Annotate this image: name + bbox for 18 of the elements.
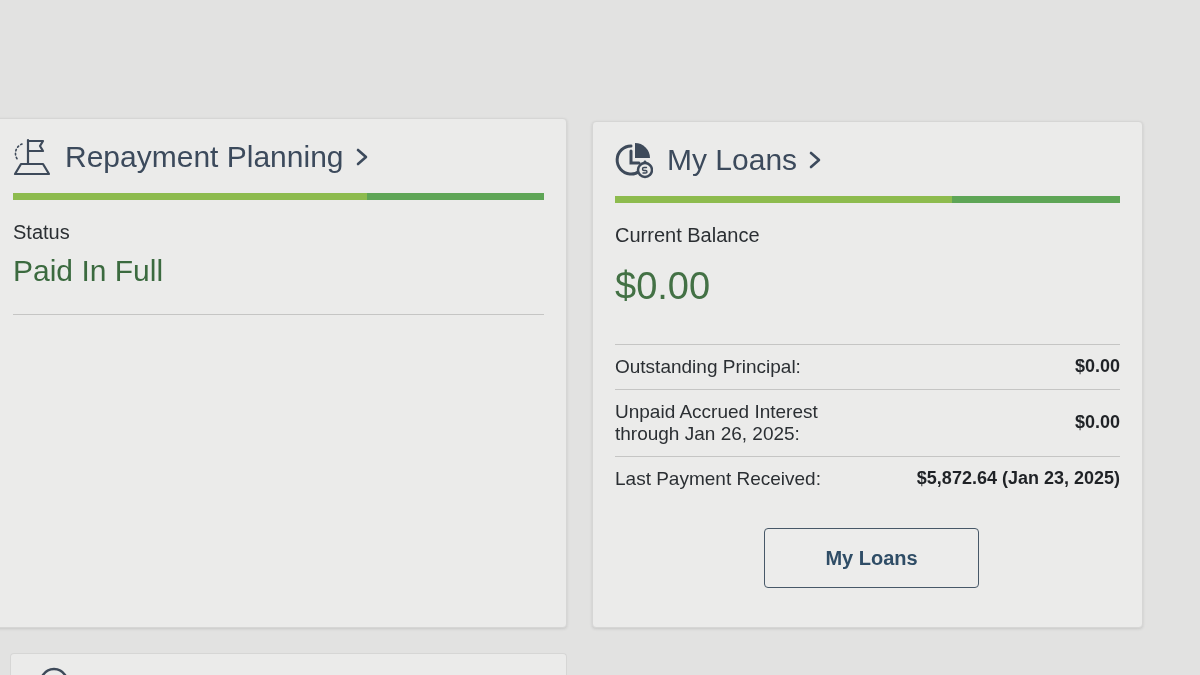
- chevron-right-icon: [809, 151, 822, 169]
- balance-label: Current Balance: [615, 224, 760, 247]
- my-loans-button[interactable]: My Loans: [764, 528, 979, 589]
- status-value: Paid In Full: [13, 254, 164, 288]
- flag-on-hill-icon: [13, 138, 51, 176]
- chevron-right-icon: [355, 148, 368, 166]
- detail-value: $0.00: [1074, 412, 1120, 434]
- detail-label: Unpaid Accrued Interest through Jan 26, 2025:: [615, 400, 819, 445]
- pie-chart-coin-icon: [615, 141, 653, 179]
- card-title-link[interactable]: My Loans: [667, 143, 822, 177]
- detail-value: $0.00: [1074, 356, 1120, 378]
- detail-label: Outstanding Principal:: [615, 356, 801, 378]
- balance-amount: $0.00: [615, 265, 711, 308]
- detail-value: $5,872.64 (Jan 23, 2025): [916, 467, 1120, 489]
- card-title: My Loans: [667, 143, 798, 177]
- arc-icon: [41, 667, 67, 675]
- detail-label: Last Payment Received:: [615, 467, 821, 490]
- status-label: Status: [13, 221, 70, 244]
